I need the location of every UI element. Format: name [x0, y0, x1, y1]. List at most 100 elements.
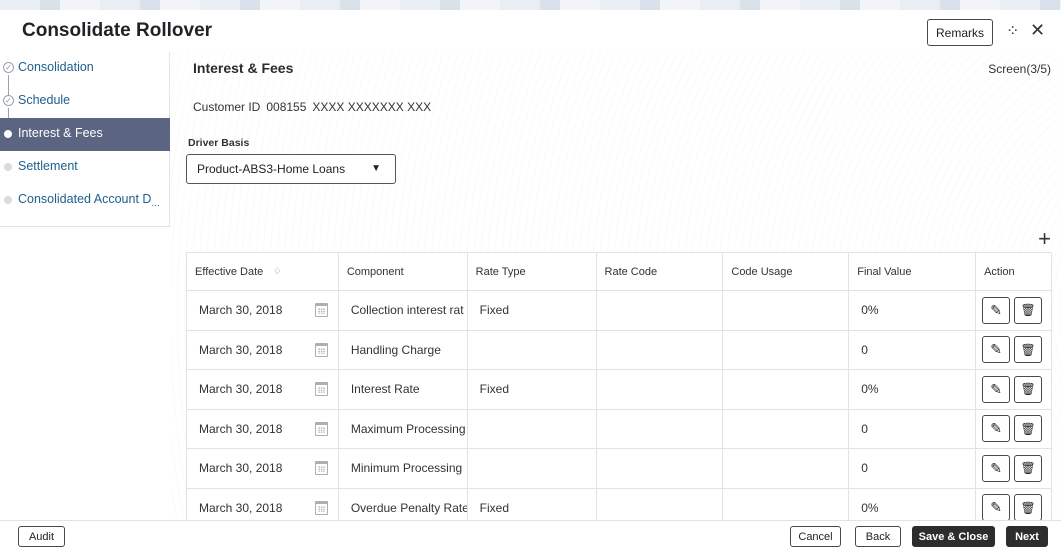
component-cell: Minimum Processing [339, 449, 468, 488]
action-cell: ✎ 🗑 [976, 409, 1052, 448]
sort-icon[interactable]: ♢ [273, 266, 281, 277]
window-title: Consolidate Rollover [22, 20, 213, 41]
rate-type-cell [468, 409, 597, 448]
table-row: March 30, 2018 Handling Charge 0 ✎ 🗑 [187, 330, 1052, 370]
window-header: Consolidate Rollover Remarks ⁘ ✕ [0, 10, 1061, 52]
close-icon[interactable]: ✕ [1030, 21, 1045, 39]
edit-icon[interactable]: ✎ [982, 375, 1011, 403]
next-button[interactable]: Next [1006, 526, 1048, 547]
component-cell: Maximum Processing [339, 409, 468, 448]
check-circle-icon: ✓ [3, 62, 14, 73]
step-dot-icon [4, 196, 12, 204]
effective-date-cell[interactable]: March 30, 2018 [187, 370, 339, 409]
edit-icon[interactable]: ✎ [982, 454, 1011, 482]
edit-icon[interactable]: ✎ [982, 336, 1011, 364]
effective-date-cell[interactable]: March 30, 2018 [187, 291, 339, 330]
collapse-icon[interactable]: ⁘ [1006, 24, 1019, 40]
rate-type-cell: Fixed [468, 370, 597, 409]
edit-icon[interactable]: ✎ [982, 296, 1011, 324]
effective-date-cell[interactable]: March 30, 2018 [187, 409, 339, 448]
effective-date-value: March 30, 2018 [199, 461, 283, 476]
component-cell: Handling Charge [339, 330, 468, 369]
main-panel: Interest & Fees Screen(3/5) Customer ID 0… [171, 52, 1061, 520]
effective-date-cell[interactable]: March 30, 2018 [187, 449, 339, 488]
section-title: Interest & Fees [193, 60, 294, 76]
header-action: Action [976, 253, 1053, 290]
delete-icon[interactable]: 🗑 [1014, 336, 1043, 364]
customer-info: Customer ID 008155 XXXX XXXXXXX XXX [193, 100, 437, 114]
effective-date-value: March 30, 2018 [199, 382, 283, 397]
customer-name: XXXX XXXXXXX XXX [312, 100, 432, 114]
sidebar-item-label: Interest & Fees [18, 126, 103, 140]
back-button[interactable]: Back [855, 526, 901, 547]
code-usage-cell [723, 291, 850, 330]
code-usage-cell [723, 409, 850, 448]
header-rate-code: Rate Code [597, 253, 724, 290]
calendar-icon[interactable] [314, 382, 328, 396]
sidebar-item-schedule[interactable]: ✓ Schedule [0, 85, 170, 118]
action-cell: ✎ 🗑 [976, 449, 1052, 488]
sidebar-item-settlement[interactable]: Settlement [0, 151, 170, 184]
chevron-down-icon: ▼ [371, 163, 381, 174]
rate-code-cell [597, 449, 724, 488]
rate-type-cell: Fixed [468, 488, 597, 520]
table-row: March 30, 2018 Collection interest rat Fix… [187, 291, 1052, 331]
interest-fees-grid: Effective Date ♢ Component Rate Type Rate… [186, 252, 1053, 520]
plus-icon[interactable]: + [1038, 228, 1051, 250]
check-circle-icon: ✓ [3, 95, 14, 106]
remarks-button[interactable]: Remarks [927, 19, 993, 46]
sidebar-item-consolidation[interactable]: ✓ Consolidation [0, 52, 170, 85]
code-usage-cell [723, 370, 850, 409]
calendar-icon[interactable] [314, 342, 328, 357]
cancel-button[interactable]: Cancel [790, 526, 841, 547]
header-final-value: Final Value [849, 253, 977, 290]
action-cell: ✎ 🗑 [976, 291, 1052, 330]
edit-icon[interactable]: ✎ [982, 494, 1011, 520]
table-body: March 30, 2018 Collection interest rat Fix… [187, 291, 1052, 520]
driver-basis-value: Product-ABS3-Home Loans [197, 162, 346, 176]
final-value-cell: 0 [849, 409, 977, 448]
calendar-icon[interactable] [314, 500, 328, 515]
component-cell: Overdue Penalty Rate [339, 488, 468, 520]
step-dot-icon [4, 130, 12, 138]
code-usage-cell [723, 330, 850, 369]
footer-bar: Audit Cancel Back Save & Close Next [0, 520, 1061, 548]
audit-button[interactable]: Audit [18, 526, 65, 547]
rate-type-cell: Fixed [468, 291, 597, 330]
code-usage-cell [723, 488, 850, 520]
rate-type-cell [468, 330, 597, 369]
save-close-button[interactable]: Save & Close [912, 526, 995, 547]
header-effective-date[interactable]: Effective Date ♢ [187, 253, 339, 290]
ellipsis: ... [151, 198, 160, 209]
sidebar-item-consolidated-account[interactable]: Consolidated Account D... [0, 184, 170, 217]
effective-date-cell[interactable]: March 30, 2018 [187, 330, 339, 369]
step-sidebar: ✓ Consolidation ✓ Schedule Interest & Fe… [0, 52, 170, 227]
delete-icon[interactable]: 🗑 [1014, 494, 1043, 520]
delete-icon[interactable]: 🗑 [1014, 296, 1043, 324]
calendar-icon[interactable] [314, 461, 328, 475]
driver-basis-label: Driver Basis [188, 137, 250, 149]
action-cell: ✎ 🗑 [976, 370, 1052, 409]
rate-code-cell [597, 330, 724, 369]
sidebar-item-interest-fees[interactable]: Interest & Fees [0, 118, 170, 151]
header-rate-type: Rate Type [468, 253, 597, 290]
code-usage-cell [723, 449, 850, 488]
driver-basis-select[interactable]: Product-ABS3-Home Loans ▼ [186, 154, 396, 184]
sidebar-item-label: Schedule [18, 93, 71, 107]
effective-date-value: March 30, 2018 [199, 342, 283, 357]
final-value-cell: 0% [849, 488, 977, 520]
delete-icon[interactable]: 🗑 [1014, 454, 1043, 482]
final-value-cell: 0 [849, 449, 977, 488]
rate-code-cell [597, 370, 724, 409]
header-code-usage: Code Usage [723, 253, 850, 290]
calendar-icon[interactable] [314, 421, 328, 436]
edit-icon[interactable]: ✎ [982, 415, 1011, 443]
table-header-row: Effective Date ♢ Component Rate Type Rate… [187, 253, 1053, 291]
calendar-icon[interactable] [314, 303, 328, 317]
effective-date-value: March 30, 2018 [199, 421, 283, 436]
step-dot-icon [4, 163, 12, 171]
delete-icon[interactable]: 🗑 [1014, 375, 1043, 403]
effective-date-cell[interactable]: March 30, 2018 [187, 488, 339, 520]
delete-icon[interactable]: 🗑 [1014, 415, 1043, 443]
effective-date-value: March 30, 2018 [199, 500, 283, 515]
